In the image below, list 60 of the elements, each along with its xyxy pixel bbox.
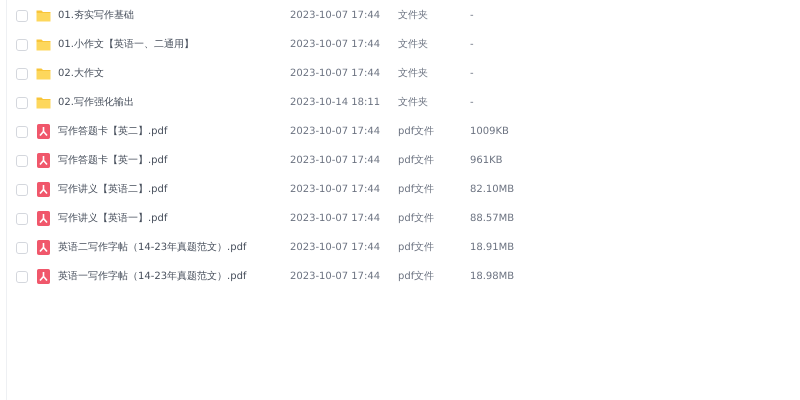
checkbox[interactable] <box>16 38 28 50</box>
pdf-icon <box>36 240 51 255</box>
pdf-icon <box>36 153 51 168</box>
file-size: - <box>470 38 474 52</box>
file-size: - <box>470 67 474 81</box>
file-name[interactable]: 01.小作文【英语一、二通用】 <box>58 37 290 52</box>
modified-date: 2023-10-07 17:44 <box>290 241 382 255</box>
modified-date: 2023-10-07 17:44 <box>290 154 382 168</box>
file-type: 文件夹 <box>398 96 429 110</box>
checkbox[interactable] <box>16 154 28 166</box>
file-size: 1009KB <box>470 125 509 139</box>
pdf-icon <box>36 269 51 284</box>
file-type: pdf文件 <box>398 270 436 284</box>
folder-icon <box>36 8 51 23</box>
modified-date: 2023-10-07 17:44 <box>290 67 382 81</box>
file-size: 82.10MB <box>470 183 514 197</box>
checkbox[interactable] <box>16 184 28 196</box>
file-name[interactable]: 02.写作强化输出 <box>58 95 290 110</box>
file-type: pdf文件 <box>398 240 436 255</box>
folder-icon <box>36 66 51 81</box>
file-size: 961KB <box>470 154 503 168</box>
pdf-icon <box>36 182 51 197</box>
checkbox[interactable] <box>16 242 28 254</box>
modified-date: 2023-10-07 17:44 <box>290 212 382 226</box>
checkbox[interactable] <box>16 68 28 80</box>
file-size: 18.98MB <box>470 270 514 284</box>
checkbox[interactable] <box>16 270 28 282</box>
file-name[interactable]: 英语一写作字帖（14-23年真题范文）.pdf <box>58 269 290 284</box>
file-name[interactable]: 01.夯实写作基础 <box>58 8 290 23</box>
checkbox[interactable] <box>16 126 28 138</box>
file-size: 18.91MB <box>470 241 514 255</box>
file-size: 88.57MB <box>470 212 514 226</box>
file-type: pdf文件 <box>398 124 436 139</box>
file-name[interactable]: 写作讲义【英语二】.pdf <box>58 182 290 197</box>
checkbox[interactable] <box>16 96 28 108</box>
modified-date: 2023-10-07 17:44 <box>290 9 382 23</box>
file-name[interactable]: 02.大作文 <box>58 66 290 81</box>
file-size: - <box>470 96 474 110</box>
pdf-icon <box>36 124 51 139</box>
file-type: pdf文件 <box>398 182 436 197</box>
file-name[interactable]: 写作答题卡【英一】.pdf <box>58 153 290 168</box>
modified-date: 2023-10-07 17:44 <box>290 38 382 52</box>
file-type: 文件夹 <box>398 66 429 81</box>
folder-icon <box>36 95 51 110</box>
checkbox[interactable] <box>16 212 28 224</box>
file-name[interactable]: 写作答题卡【英二】.pdf <box>58 124 290 139</box>
checkbox[interactable] <box>16 10 28 22</box>
file-type: pdf文件 <box>398 212 436 226</box>
pdf-icon <box>36 211 51 226</box>
file-type: 文件夹 <box>398 38 429 52</box>
folder-icon <box>36 37 51 52</box>
file-type: pdf文件 <box>398 154 436 168</box>
file-type: 文件夹 <box>398 8 429 23</box>
file-name[interactable]: 写作讲义【英语一】.pdf <box>58 211 290 226</box>
modified-date: 2023-10-07 17:44 <box>290 183 382 197</box>
file-name[interactable]: 英语二写作字帖（14-23年真题范文）.pdf <box>58 240 290 255</box>
modified-date: 2023-10-07 17:44 <box>290 125 382 139</box>
file-size: - <box>470 9 474 23</box>
modified-date: 2023-10-07 17:44 <box>290 270 382 284</box>
modified-date: 2023-10-14 18:11 <box>290 96 382 110</box>
